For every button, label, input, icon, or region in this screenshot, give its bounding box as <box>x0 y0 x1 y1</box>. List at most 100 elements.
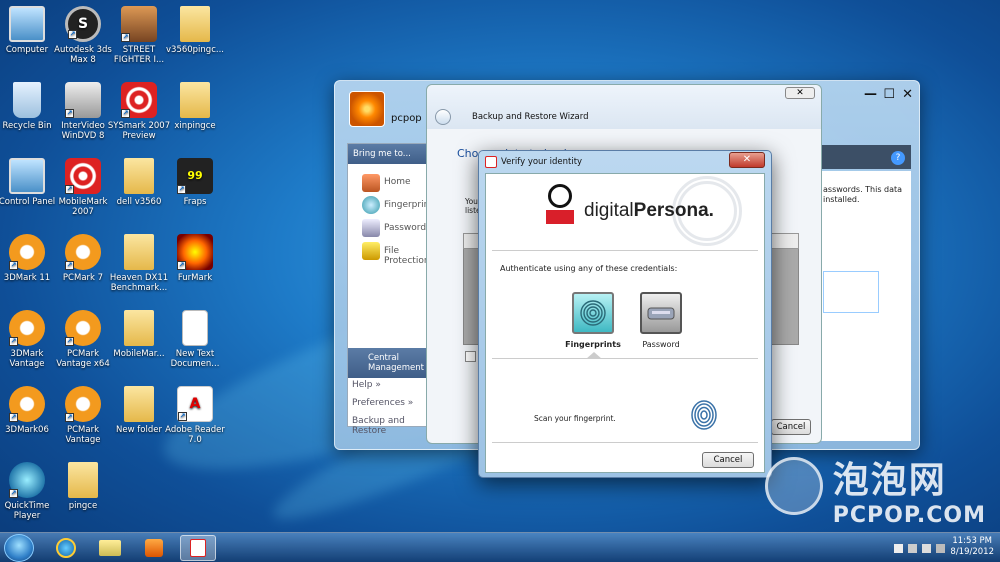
folder-icon <box>124 158 154 194</box>
wizard-titlebar <box>427 85 821 129</box>
close-button[interactable]: ✕ <box>729 152 765 168</box>
desktop-icon-v3560pingc[interactable]: v3560pingc... <box>163 6 227 55</box>
cancel-button[interactable]: Cancel <box>702 452 754 468</box>
verify-identity-dialog[interactable]: Verify your identity ✕ digitalPersona. A… <box>478 150 772 478</box>
desktop-icon-pcmark-vantage[interactable]: ↗ PCMark Vantage <box>51 386 115 445</box>
start-button[interactable] <box>4 534 34 562</box>
help-link[interactable]: Help » <box>348 376 438 394</box>
desktop-icon-label: v3560pingc... <box>166 45 224 55</box>
watermark-cn: 泡泡网 <box>832 460 947 501</box>
desktop-icon-label: Fraps <box>183 197 207 207</box>
network-icon[interactable] <box>908 544 917 553</box>
shortcut-arrow-icon: ↗ <box>9 489 18 498</box>
taskbar-explorer[interactable] <box>92 535 128 561</box>
brand-name: digitalPersona. <box>584 200 714 221</box>
desktop-icon-label: New Text Documen... <box>170 349 220 369</box>
desktop-icon-mobilemar[interactable]: MobileMar... <box>107 310 171 359</box>
3dmark-icon: ↗ <box>9 310 45 346</box>
desktop-icon-label: PCMark Vantage <box>65 425 101 445</box>
back-button[interactable] <box>435 109 451 125</box>
nav-item-passwords[interactable]: Passwords <box>348 215 438 238</box>
3dmark-icon: ↗ <box>9 234 45 270</box>
desktop-icon-label: PCMark Vantage x64 <box>56 349 110 369</box>
pcpop-watermark: 泡泡网 PCPOP.COM <box>764 451 986 528</box>
keyboard-icon <box>647 307 675 320</box>
backup-restore-link[interactable]: Backup and Restore <box>348 412 438 440</box>
shortcut-arrow-icon: ↗ <box>9 337 18 346</box>
lock-icon <box>362 242 380 260</box>
desktop-icon-fraps[interactable]: 99 ↗ Fraps <box>163 158 227 207</box>
shortcut-arrow-icon: ↗ <box>178 412 187 421</box>
street-fighter-icon: ↗ <box>121 6 157 42</box>
help-icon[interactable]: ? <box>891 151 905 165</box>
desktop-icon-new-folder[interactable]: New folder <box>107 386 171 435</box>
desktop-icon-pingce[interactable]: pingce <box>51 462 115 511</box>
desktop-icon-intervideo-windvd-8[interactable]: ↗ InterVideo WinDVD 8 <box>51 82 115 141</box>
computer-icon <box>9 6 45 42</box>
desktop-icon-label: FurMark <box>177 273 213 283</box>
desktop-icon-autodesk-3ds-max-8[interactable]: S ↗ Autodesk 3ds Max 8 <box>51 6 115 65</box>
folder-icon <box>68 462 98 498</box>
checkbox[interactable] <box>465 351 476 362</box>
taskbar-ie[interactable] <box>48 535 84 561</box>
desktop-icon-label: SYSmark 2007 Preview <box>107 121 171 141</box>
close-button[interactable]: ✕ <box>902 87 913 102</box>
preferences-link[interactable]: Preferences » <box>348 394 438 412</box>
desktop-icon-furmark[interactable]: ↗ FurMark <box>163 234 227 283</box>
battery-icon[interactable] <box>936 544 945 553</box>
digitalpersona-logo-icon <box>548 184 572 208</box>
scan-instruction: Scan your fingerprint. <box>534 414 616 423</box>
folder-icon <box>124 234 154 270</box>
fingerprints-credential-button[interactable] <box>572 292 614 334</box>
shortcut-arrow-icon: ↗ <box>9 261 18 270</box>
3dmark-icon: ↗ <box>9 386 45 422</box>
taskbar-media-player[interactable] <box>136 535 172 561</box>
desktop-icon-pcmark-7[interactable]: ↗ PCMark 7 <box>51 234 115 283</box>
shortcut-arrow-icon: ↗ <box>65 261 74 270</box>
desktop-icon-xinpingce[interactable]: xinpingce <box>163 82 227 131</box>
desktop-icon-pcmark-vantage-x64[interactable]: ↗ PCMark Vantage x64 <box>51 310 115 369</box>
folder-icon <box>99 540 121 556</box>
wizard-title: Backup and Restore Wizard <box>472 112 589 122</box>
taskbar-digitalpersona[interactable] <box>180 535 216 561</box>
desktop-icon-label: Adobe Reader 7.0 <box>165 425 225 445</box>
nav-item-home[interactable]: Home <box>348 172 438 192</box>
desktop-icon-street-fighter-i[interactable]: ↗ STREET FIGHTER I... <box>107 6 171 65</box>
desktop-icon-adobe-reader-7-0[interactable]: A ↗ Adobe Reader 7.0 <box>163 386 227 445</box>
desktop-icon-label: STREET FIGHTER I... <box>113 45 165 65</box>
digitalpersona-icon <box>190 539 206 557</box>
shortcut-arrow-icon: ↗ <box>65 413 74 422</box>
desktop-icon-label: MobileMark 2007 <box>58 197 108 217</box>
minimize-button[interactable]: — <box>864 87 877 102</box>
adobe-reader-icon: A ↗ <box>177 386 213 422</box>
content-box <box>823 271 879 313</box>
password-credential-button[interactable] <box>640 292 682 334</box>
pcmark-icon: ↗ <box>65 386 101 422</box>
nav-footer: Help » Preferences » Backup and Restore <box>348 376 438 440</box>
shortcut-arrow-icon: ↗ <box>177 185 186 194</box>
desktop-icon-dell-v3560[interactable]: dell v3560 <box>107 158 171 207</box>
desktop-icon-label: New folder <box>116 425 162 435</box>
nav-item-file-protection[interactable]: File Protection <box>348 238 438 271</box>
user-name: pcpop <box>391 113 422 124</box>
desktop-icon-heaven-dx11-benchmark[interactable]: Heaven DX11 Benchmark... <box>107 234 171 293</box>
flag-icon[interactable] <box>894 544 903 553</box>
instruction-text: Authenticate using any of these credenti… <box>500 264 678 273</box>
desktop-icon-mobilemark-2007[interactable]: ↗ MobileMark 2007 <box>51 158 115 217</box>
close-button[interactable]: ✕ <box>785 87 815 99</box>
clock-date: 8/19/2012 <box>950 547 994 557</box>
fingerprint-scan-icon <box>691 400 717 430</box>
clock-time: 11:53 PM <box>952 536 993 546</box>
folder-icon <box>124 310 154 346</box>
digitalpersona-logo-bar <box>546 210 574 224</box>
desktop-icon-new-text-documen[interactable]: New Text Documen... <box>163 310 227 369</box>
clock[interactable]: 11:53 PM 8/19/2012 <box>950 536 994 558</box>
wizard-cancel-button[interactable]: Cancel <box>771 419 811 435</box>
furmark-icon: ↗ <box>177 234 213 270</box>
central-management[interactable]: Central Management <box>348 348 438 378</box>
shortcut-arrow-icon: ↗ <box>121 33 130 42</box>
desktop-icon-sysmark-2007-preview[interactable]: ↗ SYSmark 2007 Preview <box>107 82 171 141</box>
maximize-button[interactable]: ☐ <box>883 87 895 102</box>
volume-icon[interactable] <box>922 544 931 553</box>
nav-item-fingerprints[interactable]: Fingerprints <box>348 192 438 215</box>
